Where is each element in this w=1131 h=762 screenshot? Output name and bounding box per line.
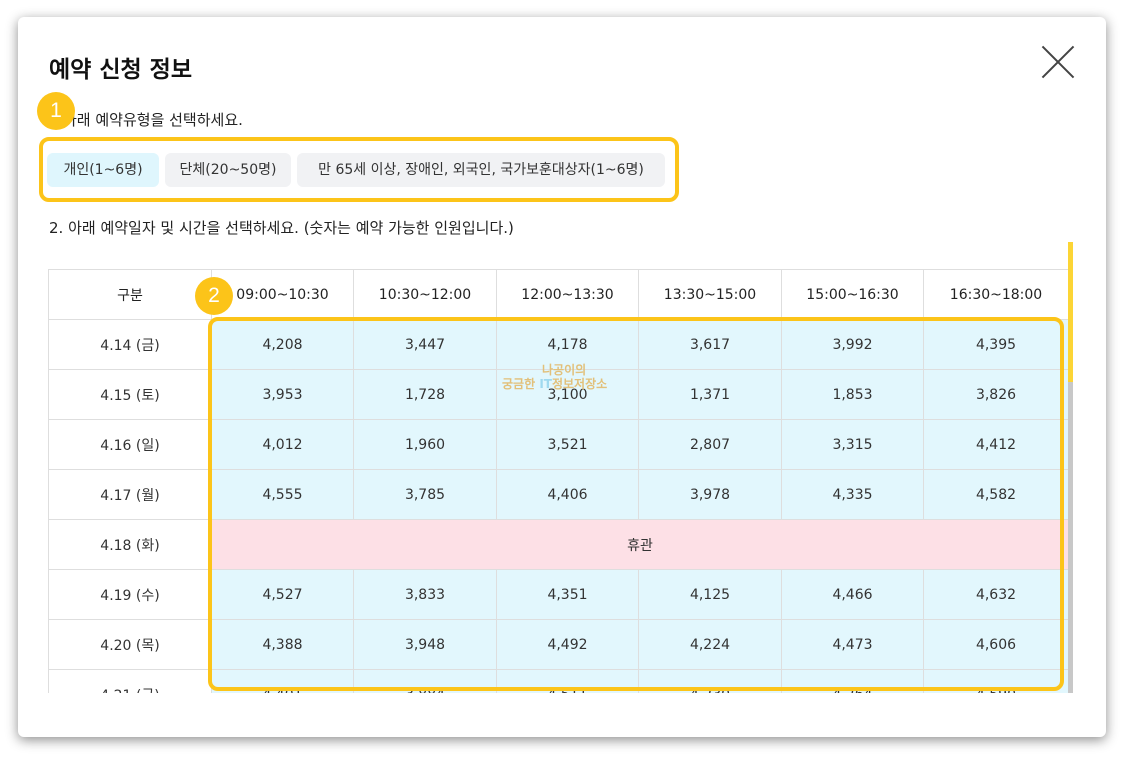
slot-cell[interactable]: 4,582: [923, 469, 1068, 520]
slot-cell[interactable]: 1,728: [353, 369, 497, 420]
slot-cell[interactable]: 1,371: [638, 369, 782, 420]
option-special-button[interactable]: 만 65세 이상, 장애인, 외국인, 국가보훈대상자(1~6명): [297, 153, 665, 187]
column-header-time: 12:00~13:30: [496, 269, 639, 320]
watermark: 나공이의 궁금한 IT정보저장소: [502, 363, 607, 391]
row-date: 4.19 (수): [48, 569, 212, 620]
table-scrollbar-thumb[interactable]: [1068, 242, 1073, 382]
table-row: 4.16 (일) 4,012 1,960 3,521 2,807 3,315 4…: [48, 419, 1068, 470]
table-row: 4.17 (월) 4,555 3,785 4,406 3,978 4,335 4…: [48, 469, 1068, 520]
slot-cell[interactable]: 2,807: [638, 419, 782, 470]
modal-title: 예약 신청 정보: [49, 57, 192, 83]
slot-cell[interactable]: 3,992: [781, 319, 924, 370]
slot-cell[interactable]: 1,960: [353, 419, 497, 470]
slot-cell[interactable]: 3,315: [781, 419, 924, 470]
slot-cell[interactable]: 4,335: [781, 469, 924, 520]
slot-cell[interactable]: 4,012: [211, 419, 354, 470]
slot-cell[interactable]: 4,224: [638, 619, 782, 670]
slot-cell[interactable]: 4,208: [211, 319, 354, 370]
watermark-text: 정보저장소: [551, 377, 608, 391]
row-date: 4.21 (금): [48, 669, 212, 693]
option-group-button[interactable]: 단체(20~50명): [165, 153, 291, 187]
step1-instruction: 아래 예약유형을 선택하세요.: [63, 111, 243, 129]
step1-marker: 1: [37, 92, 75, 130]
table-row: 4.20 (목) 4,388 3,948 4,492 4,224 4,473 4…: [48, 619, 1068, 670]
slot-cell[interactable]: 1,853: [781, 369, 924, 420]
slot-cell[interactable]: 3,447: [353, 319, 497, 370]
row-date: 4.18 (화): [48, 519, 212, 570]
schedule-table: 구분 09:00~10:30 10:30~12:00 12:00~13:30 1…: [48, 269, 1068, 693]
slot-cell[interactable]: 4,473: [781, 619, 924, 670]
slot-cell[interactable]: 3,785: [353, 469, 497, 520]
closed-cell: 휴관: [211, 519, 1068, 570]
row-date: 4.16 (일): [48, 419, 212, 470]
option-individual-button[interactable]: 개인(1~6명): [47, 153, 159, 187]
schedule-table-container[interactable]: 구분 09:00~10:30 10:30~12:00 12:00~13:30 1…: [48, 269, 1068, 693]
slot-cell[interactable]: 3,884: [353, 669, 497, 693]
slot-cell[interactable]: 4,606: [923, 619, 1068, 670]
slot-cell[interactable]: 4,125: [638, 569, 782, 620]
step2-instruction: 2. 아래 예약일자 및 시간을 선택하세요. (숫자는 예약 가능한 인원입니…: [49, 219, 514, 237]
column-header-time: 10:30~12:00: [353, 269, 497, 320]
table-row: 4.18 (화) 휴관: [48, 519, 1068, 570]
slot-cell[interactable]: 4,230: [638, 669, 782, 693]
table-row: 4.14 (금) 4,208 3,447 4,178 3,617 3,992 4…: [48, 319, 1068, 370]
slot-cell[interactable]: 4,511: [496, 669, 639, 693]
slot-cell[interactable]: 4,492: [496, 619, 639, 670]
slot-cell[interactable]: 4,527: [211, 569, 354, 620]
slot-cell[interactable]: 3,833: [353, 569, 497, 620]
step2-marker: 2: [195, 277, 233, 315]
slot-cell[interactable]: 3,521: [496, 419, 639, 470]
slot-cell[interactable]: 4,395: [923, 319, 1068, 370]
row-date: 4.14 (금): [48, 319, 212, 370]
slot-cell[interactable]: 3,978: [638, 469, 782, 520]
watermark-text: 궁금한: [502, 377, 540, 391]
slot-cell[interactable]: 4,590: [923, 669, 1068, 693]
slot-cell[interactable]: 4,406: [496, 469, 639, 520]
slot-cell[interactable]: 4,555: [211, 469, 354, 520]
slot-cell[interactable]: 4,632: [923, 569, 1068, 620]
row-date: 4.15 (토): [48, 369, 212, 420]
close-icon[interactable]: [1040, 44, 1076, 80]
slot-cell[interactable]: 3,953: [211, 369, 354, 420]
column-header-time: 16:30~18:00: [923, 269, 1068, 320]
slot-cell[interactable]: 4,264: [781, 669, 924, 693]
slot-cell[interactable]: 4,178: [496, 319, 639, 370]
column-header-time: 13:30~15:00: [638, 269, 782, 320]
slot-cell[interactable]: 4,466: [781, 569, 924, 620]
slot-cell[interactable]: 4,401: [211, 669, 354, 693]
reservation-modal: 예약 신청 정보 아래 예약유형을 선택하세요. 1 개인(1~6명) 단체(2…: [18, 17, 1106, 737]
slot-cell[interactable]: 4,412: [923, 419, 1068, 470]
slot-cell[interactable]: 3,948: [353, 619, 497, 670]
slot-cell[interactable]: 4,388: [211, 619, 354, 670]
slot-cell[interactable]: 4,351: [496, 569, 639, 620]
slot-cell[interactable]: 3,617: [638, 319, 782, 370]
column-header-date: 구분: [48, 269, 212, 320]
row-date: 4.17 (월): [48, 469, 212, 520]
watermark-text: IT: [539, 377, 552, 391]
slot-cell[interactable]: 3,826: [923, 369, 1068, 420]
table-row: 4.21 (금) 4,401 3,884 4,511 4,230 4,264 4…: [48, 669, 1068, 693]
table-row: 4.19 (수) 4,527 3,833 4,351 4,125 4,466 4…: [48, 569, 1068, 620]
column-header-time: 15:00~16:30: [781, 269, 924, 320]
row-date: 4.20 (목): [48, 619, 212, 670]
watermark-line1: 나공이의: [542, 363, 587, 377]
